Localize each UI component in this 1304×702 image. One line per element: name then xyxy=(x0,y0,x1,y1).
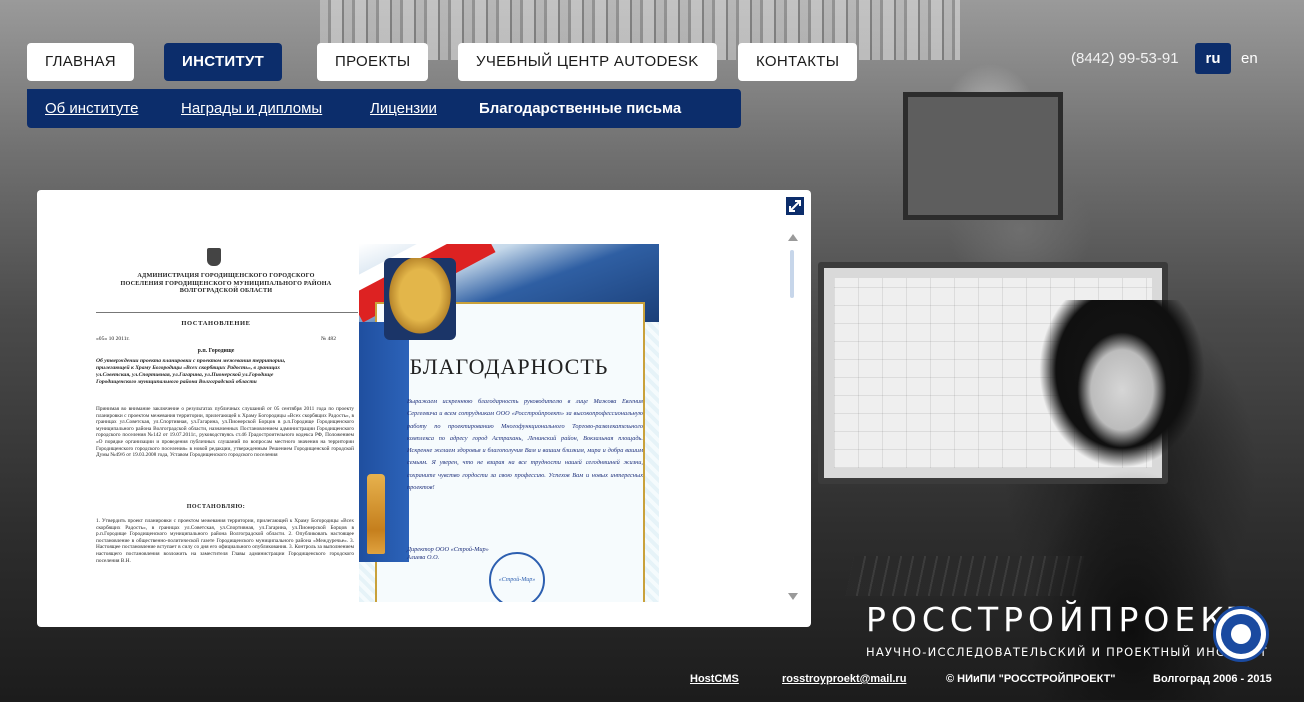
nav-item-projects[interactable]: ПРОЕКТЫ xyxy=(317,43,429,81)
scroll-thumb[interactable] xyxy=(790,250,794,298)
footer-cms-link[interactable]: HostCMS xyxy=(690,673,739,685)
document-gratitude-letter[interactable]: БЛАГОДАРНОСТЬ Выражаем искреннюю благода… xyxy=(359,244,659,602)
expand-icon[interactable] xyxy=(786,197,804,215)
doc1-date-line: «05» 10 2011г. № 482 xyxy=(96,336,336,342)
footer-city-years: Волгоград 2006 - 2015 xyxy=(1153,673,1272,685)
doc1-subject: Об утверждении проекта планировки с прое… xyxy=(96,358,286,385)
nav-item-institute[interactable]: ИНСТИТУТ xyxy=(164,43,283,81)
phone-number: (8442) 99-53-91 xyxy=(1071,50,1179,67)
nav-item-autodesk-center[interactable]: УЧЕБНЫЙ ЦЕНТР AUTODESK xyxy=(458,43,717,81)
doc1-body: Принимая во внимание заключение о резуль… xyxy=(96,406,354,459)
document-decree[interactable]: АДМИНИСТРАЦИЯ ГОРОДИЩЕНСКОГО ГОРОДСКОГО … xyxy=(96,244,358,602)
divider xyxy=(96,312,358,313)
doc1-header: АДМИНИСТРАЦИЯ ГОРОДИЩЕНСКОГО ГОРОДСКОГО … xyxy=(120,272,332,295)
subnav-item-licenses[interactable]: Лицензии xyxy=(370,100,437,117)
scroll-down-arrow-icon[interactable] xyxy=(788,593,798,600)
nav-item-home[interactable]: ГЛАВНАЯ xyxy=(27,43,134,81)
subnav-item-thank-you-letters[interactable]: Благодарственные письма xyxy=(479,100,681,117)
sub-nav: Об институте Награды и дипломы Лицензии … xyxy=(27,89,741,128)
logo-name: РОССТРОЙПРОЕКТ xyxy=(866,600,1254,639)
doc2-text: Выражаем искреннюю благодарность руковод… xyxy=(407,398,643,492)
logo-badge-icon xyxy=(1213,606,1269,662)
doc1-title: ПОСТАНОВЛЕНИЕ xyxy=(181,320,251,327)
subnav-item-about[interactable]: Об институте xyxy=(45,100,138,117)
logo-subtitle: НАУЧНО-ИССЛЕДОВАТЕЛЬСКИЙ И ПРОЕКТНЫЙ ИНС… xyxy=(866,645,1268,659)
background-monitor-back xyxy=(903,92,1063,220)
doc1-place: р.п. Городище xyxy=(197,348,235,354)
scroll-up-arrow-icon[interactable] xyxy=(788,234,798,241)
doc1-date: «05» 10 2011г. xyxy=(96,336,130,342)
coat-of-arms-icon xyxy=(207,248,221,266)
doc2-signature-title: Директор ООО «Строй-Мир» xyxy=(407,546,489,553)
footer-copyright: © НИиПИ "РОССТРОЙПРОЕКТ" xyxy=(946,673,1116,685)
doc1-number: № 482 xyxy=(320,336,336,342)
lang-en-button[interactable]: en xyxy=(1241,50,1258,67)
footer-email-link[interactable]: rosstroyproekt@mail.ru xyxy=(782,673,906,685)
stamp-icon: «Строй-Мир» xyxy=(489,552,545,602)
doc1-decree-heading: ПОСТАНОВЛЯЮ: xyxy=(186,504,246,510)
doc2-signer: Алиева О.О. xyxy=(407,554,440,561)
tassel-icon xyxy=(367,474,385,554)
doc2-title: БЛАГОДАРНОСТЬ xyxy=(409,354,609,379)
gallery-scrollbar[interactable] xyxy=(786,234,800,600)
doc2-signature: Директор ООО «Строй-Мир» Алиева О.О. xyxy=(407,546,489,562)
nav-item-contacts[interactable]: КОНТАКТЫ xyxy=(738,43,858,81)
lang-ru-button[interactable]: ru xyxy=(1195,43,1231,74)
subnav-item-awards[interactable]: Награды и дипломы xyxy=(181,100,322,117)
doc1-body-points: 1. Утвердить проект планировки с проекто… xyxy=(96,518,354,564)
russian-eagle-emblem-icon xyxy=(384,258,456,340)
